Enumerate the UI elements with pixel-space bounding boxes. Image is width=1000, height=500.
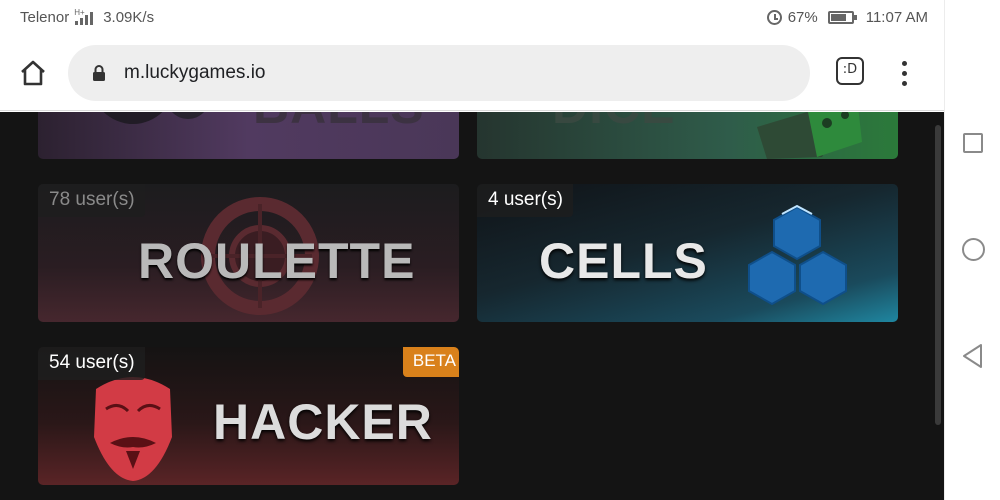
home-icon[interactable]: [18, 58, 48, 88]
url-text: m.luckygames.io: [124, 62, 266, 83]
battery-icon: [827, 11, 857, 24]
network-speed: 3.09K/s: [103, 9, 155, 26]
recents-icon[interactable]: [963, 133, 983, 153]
signal-icon: H+: [74, 7, 94, 25]
network-type: H+: [74, 7, 85, 17]
game-card-cells[interactable]: CELLS 4 user(s): [477, 184, 898, 322]
beta-badge: BETA: [402, 347, 459, 377]
game-card-dice[interactable]: DICE: [477, 112, 898, 159]
game-title: DICE: [552, 112, 675, 135]
lock-icon: [93, 65, 105, 81]
game-card-hacker[interactable]: HACKER 54 user(s) BETA: [38, 347, 459, 485]
alarm-icon: [766, 10, 782, 25]
user-count-badge: 78 user(s): [38, 184, 145, 217]
battery-percent: 67%: [787, 9, 818, 26]
home-nav-icon[interactable]: [962, 238, 985, 261]
dice-artwork: [757, 112, 862, 159]
browser-toolbar: m.luckygames.io :D: [0, 36, 944, 111]
game-list: BALLS DICE ROULETTE 78 user(s): [0, 112, 944, 500]
system-nav-bar: [944, 0, 1000, 500]
address-bar[interactable]: m.luckygames.io: [68, 45, 810, 101]
status-right: 67% 11:07 AM: [766, 9, 928, 26]
scrollbar[interactable]: [935, 125, 941, 425]
status-left: Telenor H+ 3.09K/s: [20, 7, 155, 27]
status-bar: Telenor H+ 3.09K/s 67% 11:07 AM: [0, 0, 944, 36]
clock: 11:07 AM: [865, 9, 928, 26]
carrier-name: Telenor: [20, 9, 70, 26]
game-title: CELLS: [539, 233, 708, 289]
more-menu-icon[interactable]: [896, 58, 912, 88]
game-card-roulette[interactable]: ROULETTE 78 user(s): [38, 184, 459, 322]
back-icon[interactable]: [961, 343, 985, 369]
tab-switcher-button[interactable]: :D: [836, 57, 864, 85]
user-count-badge: 4 user(s): [477, 184, 573, 217]
game-title: ROULETTE: [138, 233, 416, 289]
user-count-badge: 54 user(s): [38, 347, 145, 380]
game-card-balls[interactable]: BALLS: [38, 112, 459, 159]
game-title: BALLS: [253, 112, 425, 135]
game-title: HACKER: [213, 394, 433, 450]
